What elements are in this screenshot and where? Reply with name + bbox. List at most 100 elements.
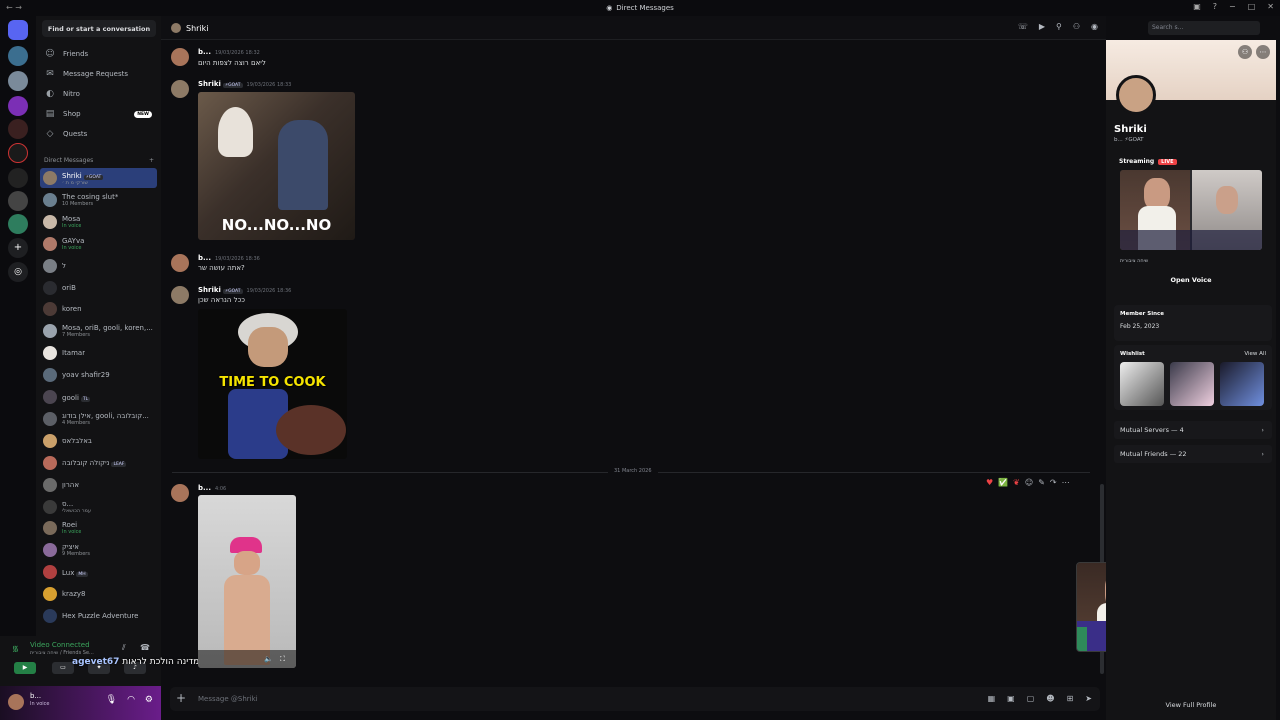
back-forward-icon[interactable]: ← → — [6, 3, 22, 12]
wishlist-item[interactable] — [1220, 362, 1264, 406]
dm-item[interactable]: איציק 9 Members — [40, 540, 157, 560]
search-input[interactable]: Search s... — [1148, 21, 1260, 35]
server-icon[interactable] — [8, 214, 28, 234]
dm-item[interactable]: oriB — [40, 278, 157, 298]
apps-icon[interactable]: ⊞ — [1067, 694, 1074, 703]
cherry-reaction-icon[interactable]: ❦ — [1013, 478, 1020, 487]
camera-button[interactable]: ▶ — [14, 662, 36, 674]
dm-item[interactable]: אהרון — [40, 475, 157, 495]
avatar[interactable] — [171, 484, 189, 502]
add-reaction-icon[interactable]: ☺ — [1025, 478, 1033, 487]
view-full-profile-button[interactable]: View Full Profile — [1106, 701, 1276, 709]
headset-icon[interactable]: ◠ — [127, 695, 135, 705]
dm-item[interactable]: gooli TL — [40, 387, 157, 407]
server-icon[interactable] — [8, 71, 28, 91]
inbox-icon[interactable]: ▣ — [1193, 2, 1201, 11]
add-attachment-icon[interactable]: + — [176, 691, 186, 705]
edit-icon[interactable]: ✎ — [1038, 478, 1045, 487]
close-button[interactable]: ✕ — [1267, 2, 1274, 11]
message-author[interactable]: b... — [198, 484, 211, 492]
dm-item[interactable]: ניקולה קובלובה LEAF — [40, 453, 157, 473]
gif-no-no-no[interactable]: NO...NO...NO — [198, 92, 355, 240]
server-icon[interactable] — [8, 46, 28, 66]
heart-reaction-icon[interactable]: ♥ — [986, 478, 993, 487]
dm-item[interactable]: ל — [40, 256, 157, 276]
server-icon[interactable] — [8, 119, 28, 139]
message-author[interactable]: Shriki — [198, 286, 221, 294]
video-attachment[interactable]: 🔈 ⛶ — [198, 495, 296, 668]
disconnect-icon[interactable]: ☎ — [140, 643, 150, 652]
avatar[interactable] — [171, 286, 189, 304]
settings-icon[interactable]: ⚙ — [145, 695, 153, 705]
add-friends-icon[interactable]: ⚇ — [1073, 22, 1080, 31]
dm-item[interactable]: Hex Puzzle Adventure — [40, 606, 157, 626]
discover-icon[interactable]: ◎ — [8, 262, 28, 282]
dm-item[interactable]: The cosing slut* 10 Members — [40, 190, 157, 210]
message-input[interactable]: Message @Shriki — [198, 695, 258, 703]
nav-message-requests[interactable]: ✉ Message Requests — [42, 66, 156, 82]
wishlist-item[interactable] — [1120, 362, 1164, 406]
more-options-icon[interactable]: ⋯ — [1256, 45, 1270, 59]
message-author[interactable]: b... — [198, 254, 211, 262]
add-friend-icon[interactable]: ⚇ — [1238, 45, 1252, 59]
nav-quests[interactable]: ◇ Quests — [42, 126, 156, 142]
nav-friends[interactable]: ☺ Friends — [42, 46, 156, 62]
dm-item[interactable]: Lux MH — [40, 562, 157, 582]
dm-item[interactable]: Roei In voice — [40, 518, 157, 538]
wishlist-item[interactable] — [1170, 362, 1214, 406]
gif-icon[interactable]: ▣ — [1007, 694, 1015, 703]
call-icon[interactable]: ☏ — [1018, 22, 1028, 31]
server-icon[interactable] — [8, 143, 28, 163]
pin-icon[interactable]: ⚲ — [1056, 22, 1062, 31]
avatar[interactable] — [171, 80, 189, 98]
voice-channel[interactable]: שיחה ציבורית / Friends Se... — [30, 650, 94, 656]
dm-item[interactable]: ס... עמר הכושאלי — [40, 497, 157, 517]
help-icon[interactable]: ? — [1213, 2, 1217, 11]
find-conversation-button[interactable]: Find or start a conversation — [42, 20, 156, 37]
send-icon[interactable]: ➤ — [1085, 694, 1092, 703]
dm-item[interactable]: אילן בודוג, gooli, קובלובה... 4 Members — [40, 409, 157, 429]
add-dm-icon[interactable]: + — [149, 157, 154, 164]
avatar[interactable] — [171, 48, 189, 66]
volume-icon[interactable]: 🔈 — [264, 655, 273, 663]
maximize-button[interactable]: □ — [1248, 2, 1256, 11]
dm-item[interactable]: yoav shafir29 — [40, 365, 157, 385]
fullscreen-icon[interactable]: ⛶ — [280, 655, 285, 664]
server-icon[interactable] — [8, 96, 28, 116]
avatar[interactable] — [8, 694, 24, 710]
gif-time-to-cook[interactable]: TIME TO COOK — [198, 309, 347, 459]
dm-item[interactable]: באלבלאס — [40, 431, 157, 451]
dm-item[interactable]: Itamar — [40, 343, 157, 363]
noise-icon[interactable]: ⫽ — [122, 643, 126, 653]
nav-nitro[interactable]: ◐ Nitro — [42, 86, 156, 102]
home-button[interactable] — [8, 20, 28, 40]
forward-icon[interactable]: ↷ — [1050, 478, 1057, 487]
profile-toggle-icon[interactable]: ◉ — [1091, 22, 1098, 31]
server-icon[interactable] — [8, 168, 28, 188]
dm-item[interactable]: GAYva In voice — [40, 234, 157, 254]
stream-thumbnail[interactable] — [1120, 170, 1262, 250]
dm-item[interactable]: krazy8 — [40, 584, 157, 604]
view-all-link[interactable]: View All — [1244, 351, 1266, 357]
server-icon[interactable] — [8, 191, 28, 211]
dm-item[interactable]: Shriki ⚡GOAT שורקי מ ת ׳ — [40, 168, 157, 188]
profile-avatar[interactable] — [1116, 75, 1156, 115]
video-call-icon[interactable]: ▶ — [1039, 22, 1045, 31]
screen-share-button[interactable]: ▭ — [52, 662, 74, 674]
message-author[interactable]: Shriki — [198, 80, 221, 88]
dm-item[interactable]: Mosa, oriB, gooli, koren,... 7 Members — [40, 321, 157, 341]
more-options-icon[interactable]: ⋯ — [1062, 478, 1070, 487]
check-reaction-icon[interactable]: ✅ — [998, 478, 1008, 487]
gift-icon[interactable]: ▦ — [988, 694, 996, 703]
avatar[interactable] — [171, 254, 189, 272]
mutual-servers-link[interactable]: Mutual Servers — 4 › — [1114, 421, 1272, 439]
message-author[interactable]: b... — [198, 48, 211, 56]
mic-icon[interactable]: 🎙 — [106, 695, 117, 705]
nav-shop[interactable]: ▤ Shop NEW — [42, 106, 156, 122]
dm-item[interactable]: Mosa In voice — [40, 212, 157, 232]
minimize-button[interactable]: − — [1229, 2, 1236, 11]
add-server-icon[interactable]: + — [8, 238, 28, 258]
mutual-friends-link[interactable]: Mutual Friends — 22 › — [1114, 445, 1272, 463]
dm-item[interactable]: koren — [40, 299, 157, 319]
emoji-icon[interactable]: ☻ — [1046, 694, 1054, 703]
